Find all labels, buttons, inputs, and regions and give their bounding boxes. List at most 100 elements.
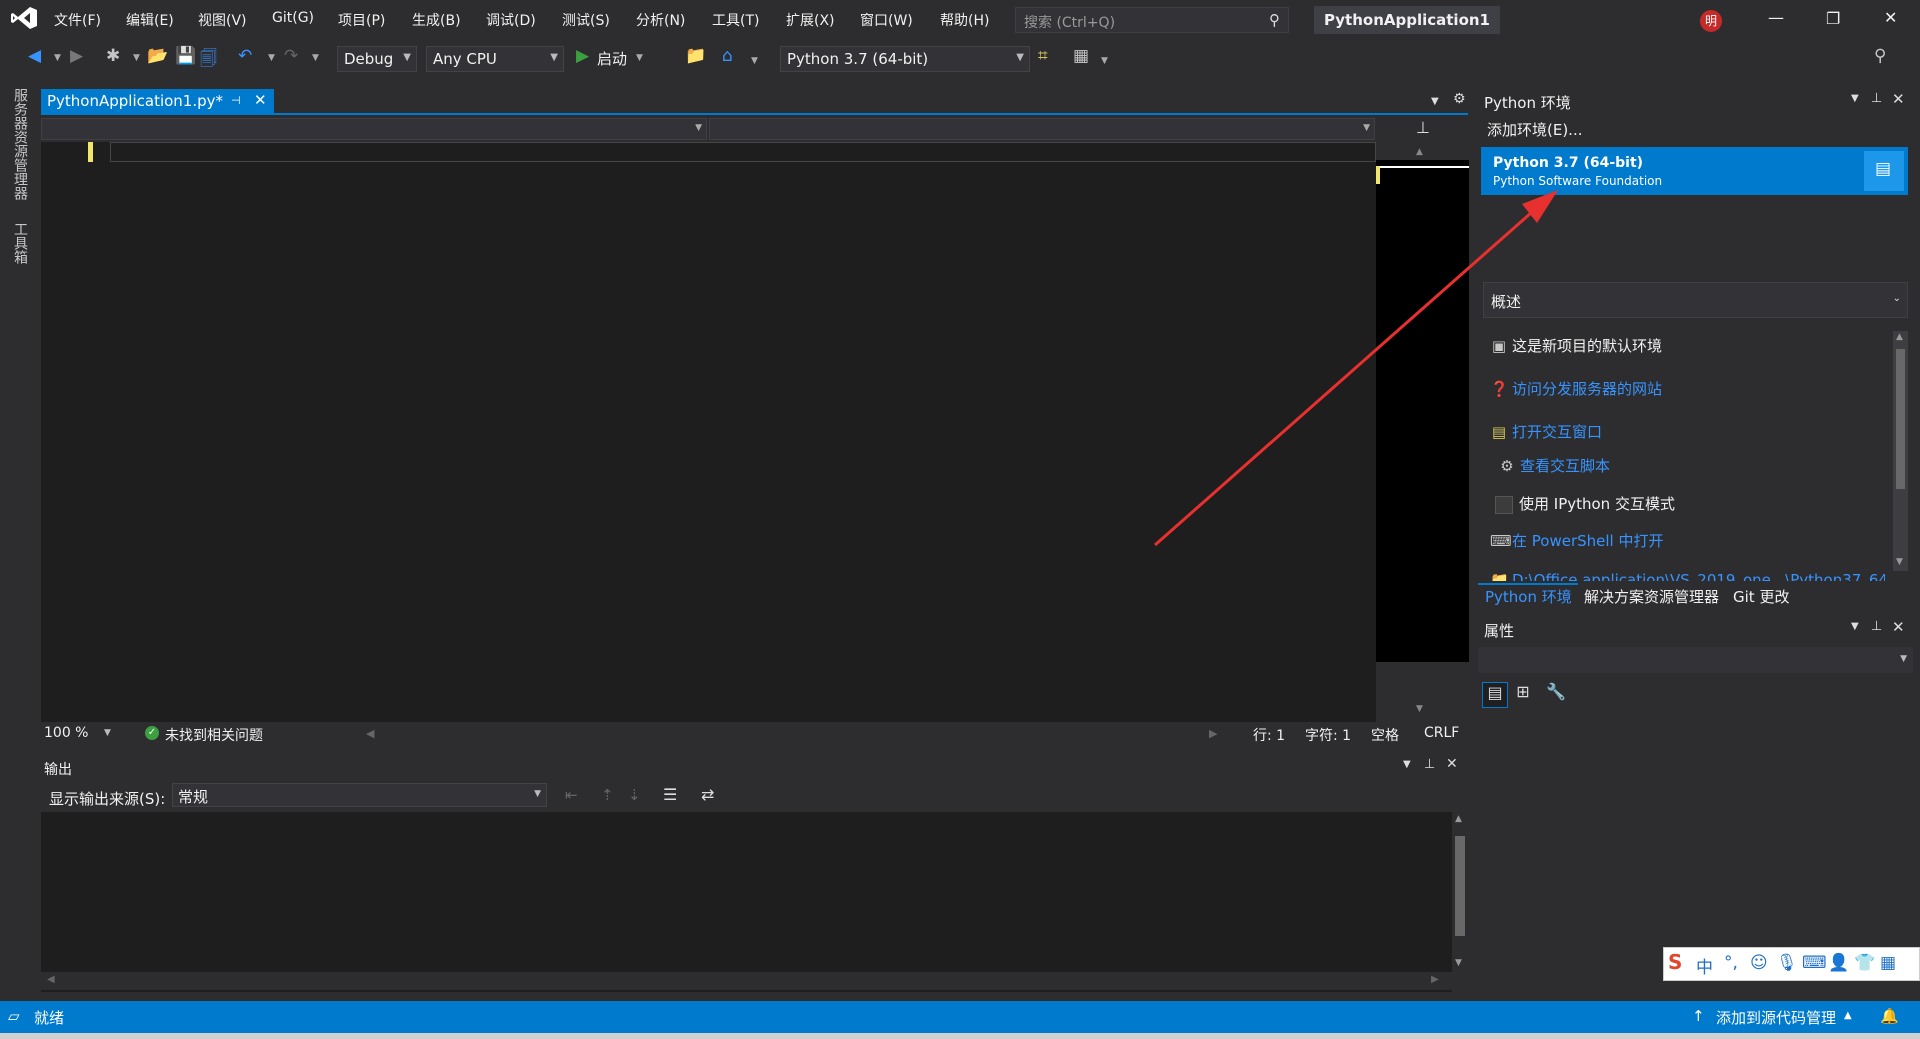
menu-help[interactable]: 帮助(H) <box>940 10 989 30</box>
menu-build[interactable]: 生成(B) <box>412 10 461 30</box>
member-dropdown[interactable]: ▼ <box>709 118 1375 140</box>
output-source-dropdown[interactable]: 常规 ▼ <box>172 783 547 807</box>
scroll-down-icon[interactable]: ▼ <box>1455 958 1462 968</box>
menu-edit[interactable]: 编辑(E) <box>126 10 174 30</box>
word-wrap-icon[interactable]: ⇄ <box>701 785 714 804</box>
previous-message-icon[interactable]: ⇡ <box>601 786 614 804</box>
menu-test[interactable]: 测试(S) <box>562 10 610 30</box>
tab-git-changes[interactable]: Git 更改 <box>1733 586 1789 607</box>
type-dropdown[interactable]: ▼ <box>41 118 707 140</box>
wrench-icon[interactable]: 🔧 <box>1543 682 1569 708</box>
line-number[interactable]: 行: 1 <box>1253 725 1285 745</box>
platform-dropdown[interactable]: Any CPU ▼ <box>426 46 564 72</box>
user-icon[interactable]: 👤 <box>1828 953 1849 973</box>
search-input[interactable]: 搜索 (Ctrl+Q) ⚲ <box>1015 7 1289 33</box>
keyboard-icon[interactable]: ⌨ <box>1802 953 1827 973</box>
punctuation-icon[interactable]: °, <box>1724 953 1738 973</box>
pin-icon[interactable]: ⊣ <box>231 94 241 107</box>
line-ending[interactable]: CRLF <box>1424 725 1459 741</box>
chevron-up-icon[interactable]: ▲ <box>1844 1010 1852 1021</box>
find-message-icon[interactable]: ⇤ <box>565 786 578 804</box>
scroll-thumb[interactable] <box>1896 349 1905 489</box>
tab-python-env-label[interactable]: Python 环境 <box>1485 586 1572 607</box>
skin-icon[interactable]: 👕 <box>1854 953 1875 973</box>
scroll-down-icon[interactable]: ▼ <box>1896 557 1903 567</box>
output-vertical-scrollbar[interactable]: ▲ ▼ <box>1452 812 1468 972</box>
menu-project[interactable]: 项目(P) <box>338 10 385 30</box>
redo-icon[interactable]: ↷ <box>284 46 298 66</box>
chevron-down-icon[interactable]: ▼ <box>104 728 111 738</box>
menu-analyze[interactable]: 分析(N) <box>636 10 685 30</box>
menu-tools[interactable]: 工具(T) <box>712 10 759 30</box>
notification-bell-icon[interactable]: 🔔 <box>1880 1007 1899 1025</box>
property-pages-icon[interactable]: ⊞ <box>1510 682 1536 708</box>
scroll-left-icon[interactable]: ◀ <box>47 974 55 985</box>
chevron-down-icon[interactable]: ▼ <box>54 53 61 63</box>
microphone-icon[interactable]: 🎙 <box>1776 953 1798 973</box>
categorized-icon[interactable]: ▤ <box>1482 682 1508 708</box>
forward-icon[interactable]: ▶ <box>70 46 83 66</box>
environment-path-link[interactable]: 📁 D:\Office application\VS_2019_one...\Py… <box>1490 571 1885 581</box>
menu-window[interactable]: 窗口(W) <box>860 10 913 30</box>
scroll-up-icon[interactable]: ▲ <box>1416 147 1423 157</box>
chevron-down-icon[interactable]: ▼ <box>312 53 319 63</box>
open-interactive-window-button[interactable]: ▤ <box>1864 151 1904 191</box>
scroll-down-icon[interactable]: ▼ <box>1416 704 1423 714</box>
live-share-icon[interactable]: ⚲ <box>1874 46 1886 66</box>
gear-icon[interactable]: ⚙ <box>1453 91 1466 107</box>
column-number[interactable]: 字符: 1 <box>1305 725 1351 745</box>
clear-all-icon[interactable]: ☰ <box>663 785 677 804</box>
scroll-up-icon[interactable]: ▲ <box>1455 814 1462 824</box>
tab-list-dropdown-icon[interactable]: ▼ <box>1431 96 1439 107</box>
zoom-level[interactable]: 100 % <box>44 725 88 741</box>
issues-status[interactable]: 未找到相关问题 <box>165 725 263 745</box>
menu-file[interactable]: 文件(F) <box>54 10 101 30</box>
browse-folder-icon[interactable]: 📁 <box>685 46 706 66</box>
scroll-up-icon[interactable]: ▲ <box>1896 332 1903 342</box>
pin-icon[interactable]: ⊥ <box>1424 757 1435 772</box>
properties-object-selector[interactable]: ▼ <box>1478 647 1913 673</box>
chinese-mode-icon[interactable]: 中 <box>1696 953 1713 978</box>
output-horizontal-scrollbar[interactable]: ◀ ▶ <box>41 972 1452 990</box>
restore-icon[interactable]: ❐ <box>1826 9 1840 28</box>
menu-debug[interactable]: 调试(D) <box>486 10 536 30</box>
output-text-area[interactable] <box>41 812 1452 992</box>
start-icon[interactable]: ▶ <box>576 46 589 66</box>
start-button[interactable]: 启动 <box>597 48 627 69</box>
close-panel-icon[interactable]: ✕ <box>1446 756 1458 772</box>
back-icon[interactable]: ◀ <box>28 46 41 66</box>
chevron-down-icon[interactable]: ▼ <box>751 56 758 66</box>
toolbox-icon[interactable]: ▦ <box>1880 953 1896 973</box>
avatar[interactable]: 明 <box>1700 10 1722 32</box>
new-project-icon[interactable]: ✱ <box>106 46 120 66</box>
chevron-down-icon[interactable]: ▼ <box>1101 56 1108 66</box>
save-icon[interactable]: 💾 <box>175 46 196 66</box>
minimize-icon[interactable]: — <box>1768 8 1784 27</box>
chevron-down-icon[interactable]: ▼ <box>268 53 275 63</box>
close-tab-icon[interactable]: ✕ <box>254 91 267 109</box>
chevron-down-icon[interactable]: ▼ <box>133 53 140 63</box>
python-env-window-icon[interactable]: ⌗ <box>1038 46 1048 66</box>
scroll-left-icon[interactable]: ◀ <box>366 727 374 740</box>
indent-mode[interactable]: 空格 <box>1371 725 1399 745</box>
close-panel-icon[interactable]: ✕ <box>1892 618 1905 636</box>
web-browser-icon[interactable]: ⌂ <box>722 46 733 66</box>
add-environment-link[interactable]: 添加环境(E)... <box>1487 119 1583 140</box>
scroll-right-icon[interactable]: ▶ <box>1209 727 1217 740</box>
menu-extensions[interactable]: 扩展(X) <box>786 10 835 30</box>
toolbox-tab[interactable]: 工具箱 <box>10 222 30 264</box>
pin-icon[interactable]: ⊥ <box>1871 91 1882 106</box>
tab-solution-explorer[interactable]: 解决方案资源管理器 <box>1584 586 1719 607</box>
layout-icon[interactable]: ▦ <box>1073 46 1089 66</box>
save-all-icon[interactable]: 🗐 <box>200 46 217 75</box>
chevron-down-icon[interactable]: ▼ <box>636 53 643 63</box>
pin-icon[interactable]: ⊥ <box>1871 619 1882 634</box>
menu-view[interactable]: 视图(V) <box>198 10 247 30</box>
overview-scrollbar[interactable]: ▲ ▼ <box>1893 331 1908 571</box>
chevron-down-icon[interactable]: ▼ <box>1851 621 1859 632</box>
chevron-down-icon[interactable]: ▼ <box>1403 759 1411 770</box>
document-tab[interactable]: PythonApplication1.py* ⊣ ✕ <box>41 89 274 114</box>
close-panel-icon[interactable]: ✕ <box>1892 90 1905 108</box>
emoji-icon[interactable]: ☺ <box>1750 953 1768 973</box>
sogou-logo-icon[interactable]: S <box>1668 950 1682 974</box>
